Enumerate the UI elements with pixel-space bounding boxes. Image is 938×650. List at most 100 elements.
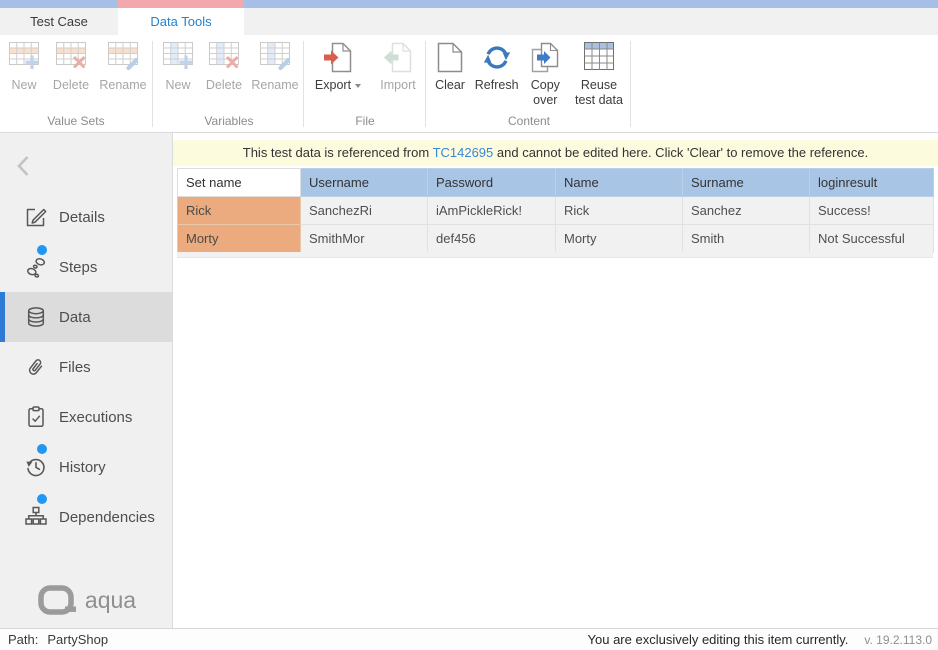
sidebar-item-data[interactable]: Data xyxy=(0,292,172,342)
button-label: test data xyxy=(575,93,623,108)
sidebar-item-details[interactable]: Details xyxy=(0,192,172,242)
cell[interactable]: SmithMor xyxy=(301,225,428,253)
version-label: v. 19.2.113.0 xyxy=(864,633,932,647)
tab-data-tools[interactable]: Data Tools xyxy=(118,8,244,35)
sidebar-item-label: Details xyxy=(59,209,105,226)
path-value: PartyShop xyxy=(47,632,108,647)
sidebar-item-label: History xyxy=(59,459,106,476)
refresh-icon xyxy=(482,42,512,78)
cell[interactable]: Not Successful xyxy=(810,225,934,253)
ribbon-group-content: Clear Refresh Copy over Reuse t xyxy=(429,35,629,132)
clipboard-check-icon xyxy=(24,405,48,429)
clear-icon xyxy=(437,42,463,78)
exclusive-editing-notice: You are exclusively editing this item cu… xyxy=(588,632,849,647)
dropdown-caret-icon xyxy=(355,84,361,88)
button-label: Delete xyxy=(53,78,89,93)
paperclip-icon xyxy=(24,355,48,379)
notification-dot xyxy=(37,444,47,454)
variable-new-icon xyxy=(163,42,193,78)
button-label: Delete xyxy=(206,78,242,93)
ribbon: New Delete Rename Value Sets xyxy=(0,35,938,133)
cell[interactable]: Rick xyxy=(556,197,683,225)
sidebar-item-dependencies[interactable]: Dependencies xyxy=(0,492,172,542)
org-chart-icon xyxy=(24,505,48,529)
sidebar-item-steps[interactable]: Steps xyxy=(0,242,172,292)
notification-text: and cannot be edited here. Click 'Clear'… xyxy=(493,145,868,160)
tab-test-case[interactable]: Test Case xyxy=(0,8,118,35)
cell[interactable]: Morty xyxy=(556,225,683,253)
ribbon-group-file: Export Import File xyxy=(307,35,423,132)
value-set-delete-icon xyxy=(56,42,86,78)
column-header-name: Name xyxy=(556,169,683,197)
top-accent-strip xyxy=(0,0,938,8)
button-label: Import xyxy=(380,78,415,93)
cell[interactable]: def456 xyxy=(428,225,556,253)
footsteps-icon xyxy=(24,255,48,279)
database-icon xyxy=(24,305,48,329)
aqua-logo: aqua xyxy=(0,583,172,617)
ribbon-separator xyxy=(303,41,304,127)
value-set-new-icon xyxy=(9,42,39,78)
refresh-button[interactable]: Refresh xyxy=(472,42,522,108)
button-label: Rename xyxy=(99,78,146,93)
import-icon xyxy=(383,42,413,78)
edit-pencil-icon xyxy=(24,205,48,229)
button-label: New xyxy=(11,78,36,93)
value-set-delete-button[interactable]: Delete xyxy=(47,42,95,93)
sidebar-item-label: Executions xyxy=(59,409,132,426)
export-button[interactable]: Export xyxy=(307,42,369,93)
group-label: Variables xyxy=(156,114,302,128)
sidebar-item-files[interactable]: Files xyxy=(0,342,172,392)
cell[interactable]: Sanchez xyxy=(683,197,810,225)
notification-text: This test data is referenced from xyxy=(243,145,433,160)
group-label: File xyxy=(307,114,423,128)
reference-notification-bar: This test data is referenced from TC1426… xyxy=(173,140,938,166)
button-label: Export xyxy=(315,78,351,92)
table-empty-row-stub xyxy=(177,252,933,258)
sidebar: Details Steps Data Files Executions Hist… xyxy=(0,133,173,628)
cell[interactable]: iAmPickleRick! xyxy=(428,197,556,225)
button-label: Clear xyxy=(435,78,465,93)
tab-bar: Test Case Data Tools xyxy=(0,8,938,35)
value-set-rename-icon xyxy=(108,42,138,78)
value-set-new-button[interactable]: New xyxy=(2,42,46,93)
history-clock-icon xyxy=(24,455,48,479)
button-label: Copy xyxy=(531,78,560,93)
aqua-logo-text: aqua xyxy=(85,587,136,614)
reuse-test-data-button[interactable]: Reuse test data xyxy=(569,42,629,108)
column-header-loginresult: loginresult xyxy=(810,169,934,197)
ribbon-separator xyxy=(152,41,153,127)
table-row: Morty SmithMor def456 Morty Smith Not Su… xyxy=(178,225,934,253)
sidebar-item-label: Steps xyxy=(59,259,97,276)
import-button[interactable]: Import xyxy=(373,42,423,93)
sidebar-item-label: Data xyxy=(59,309,91,326)
collapse-sidebar-button[interactable] xyxy=(16,155,30,182)
value-set-rename-button[interactable]: Rename xyxy=(96,42,150,93)
column-header-password: Password xyxy=(428,169,556,197)
variable-new-button[interactable]: New xyxy=(156,42,200,93)
cell-set-name[interactable]: Morty xyxy=(178,225,301,253)
cell-set-name[interactable]: Rick xyxy=(178,197,301,225)
group-label: Value Sets xyxy=(2,114,150,128)
table-row: Rick SanchezRi iAmPickleRick! Rick Sanch… xyxy=(178,197,934,225)
variable-rename-button[interactable]: Rename xyxy=(248,42,302,93)
active-tab-accent-strip xyxy=(118,0,244,8)
test-data-table: Set name Username Password Name Surname … xyxy=(177,168,934,253)
cell[interactable]: SanchezRi xyxy=(301,197,428,225)
cell[interactable]: Smith xyxy=(683,225,810,253)
ribbon-group-value-sets: New Delete Rename Value Sets xyxy=(2,35,150,132)
sidebar-item-label: Files xyxy=(59,359,91,376)
column-header-username: Username xyxy=(301,169,428,197)
copy-over-button[interactable]: Copy over xyxy=(522,42,568,108)
test-case-link[interactable]: TC142695 xyxy=(433,145,494,160)
sidebar-item-history[interactable]: History xyxy=(0,442,172,492)
export-icon xyxy=(323,42,353,78)
sidebar-item-executions[interactable]: Executions xyxy=(0,392,172,442)
button-label: Rename xyxy=(251,78,298,93)
column-header-set-name: Set name xyxy=(178,169,301,197)
variable-delete-button[interactable]: Delete xyxy=(200,42,248,93)
ribbon-group-variables: New Delete Rename Variables xyxy=(156,35,302,132)
cell[interactable]: Success! xyxy=(810,197,934,225)
clear-button[interactable]: Clear xyxy=(429,42,471,108)
ribbon-separator xyxy=(425,41,426,127)
